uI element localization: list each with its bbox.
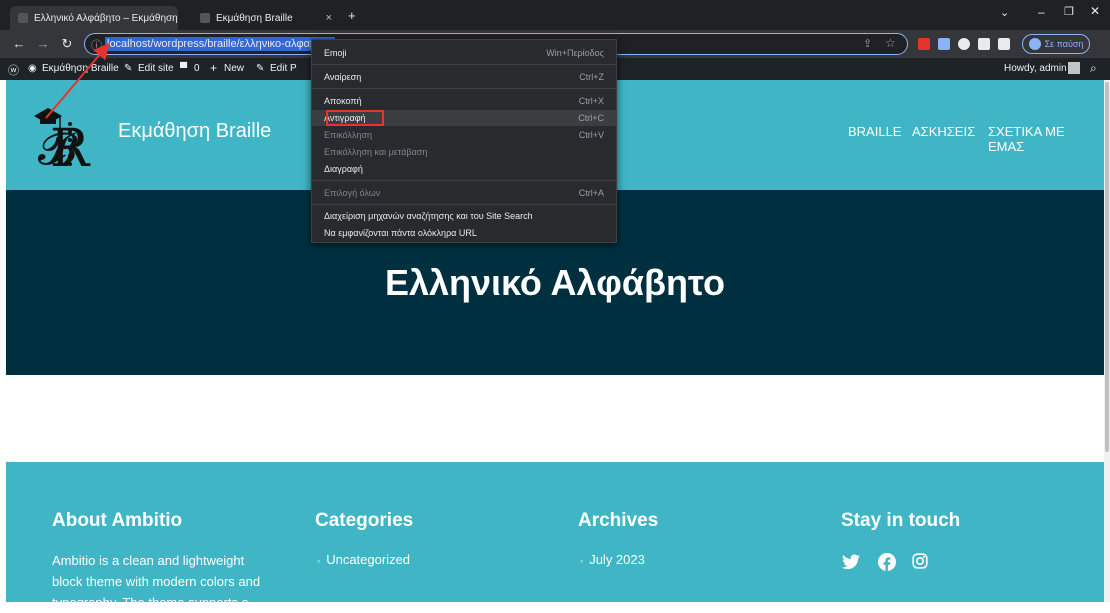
avatar — [1029, 38, 1041, 50]
menu-separator — [312, 204, 616, 205]
browser-tabstrip: Ελληνικό Αλφάβητο – Εκμάθηση × Εκμάθηση … — [0, 0, 1110, 30]
footer-stay-title: Stay in touch — [841, 510, 960, 532]
url-text[interactable]: localhost/wordpress/braille/ελληνικο-αλφ… — [105, 37, 335, 51]
context-menu: Emoji Win+Περίοδος Αναίρεση Ctrl+Z Αποκο… — [311, 39, 617, 243]
tab-title: Εκμάθηση Braille — [216, 13, 293, 24]
menu-item-select-all[interactable]: Επιλογή όλων Ctrl+A — [312, 185, 616, 201]
puzzle-icon[interactable] — [978, 38, 990, 50]
menu-separator — [312, 64, 616, 65]
pause-label: Σε παύση — [1045, 39, 1084, 49]
minimize-icon[interactable]: – — [1038, 5, 1045, 19]
nav-braille[interactable]: BRAILLE — [848, 124, 901, 139]
howdy-account[interactable]: Howdy, admin — [1004, 63, 1067, 74]
reload-icon[interactable]: ↻ — [58, 35, 76, 53]
new-link[interactable]: New — [224, 63, 244, 74]
footer-about-title: About Ambitio — [52, 510, 182, 532]
menu-item-label: Διαχείριση μηχανών αναζήτησης και του Si… — [324, 211, 533, 221]
menu-item-undo[interactable]: Αναίρεση Ctrl+Z — [312, 69, 616, 85]
comments-icon[interactable]: ▀ — [180, 63, 187, 74]
nav-exercises[interactable]: ΑΣΚΗΣΕΙΣ — [912, 124, 975, 139]
menu-item-paste-and-go[interactable]: Επικόλληση και μετάβαση — [312, 144, 616, 160]
menu-item-label: Διαγραφή — [324, 164, 363, 174]
menu-item-label: Επιλογή όλων — [324, 188, 380, 198]
site-title[interactable]: Εκμάθηση Braille — [118, 120, 271, 143]
sidepanel-icon[interactable] — [998, 38, 1010, 50]
menu-item-shortcut: Ctrl+A — [579, 188, 604, 198]
close-window-icon[interactable]: ✕ — [1090, 4, 1100, 18]
menu-separator — [312, 180, 616, 181]
favicon-icon — [18, 13, 28, 23]
menu-separator — [312, 88, 616, 89]
tab-inactive[interactable]: Εκμάθηση Braille × — [192, 6, 340, 30]
menu-item-shortcut: Win+Περίοδος — [546, 48, 604, 58]
admin-site-name[interactable]: Εκμάθηση Braille — [42, 63, 119, 74]
pencil-icon: ✎ — [256, 63, 264, 74]
menu-item-label: Αναίρεση — [324, 72, 361, 82]
highlight-annotation-box — [326, 110, 384, 126]
adblock-icon[interactable] — [918, 38, 930, 50]
extension-icon[interactable] — [938, 38, 950, 50]
menu-item-label: Να εμφανίζονται πάντα ολόκληρα URL — [324, 228, 477, 238]
menu-item-show-full-urls[interactable]: Να εμφανίζονται πάντα ολόκληρα URL — [312, 225, 616, 241]
menu-item-cut[interactable]: Αποκοπή Ctrl+X — [312, 93, 616, 109]
footer-category-item[interactable]: ◦ Uncategorized — [317, 552, 410, 567]
wordpress-logo-icon[interactable]: ⓦ — [8, 62, 19, 78]
menu-item-shortcut: Ctrl+Z — [579, 72, 604, 82]
menu-item-label: Επικόλληση και μετάβαση — [324, 147, 427, 157]
menu-item-manage-search-engines[interactable]: Διαχείριση μηχανών αναζήτησης και του Si… — [312, 208, 616, 224]
plus-icon: + — [210, 61, 217, 75]
category-link[interactable]: Uncategorized — [326, 552, 410, 567]
bullet-icon: ◦ — [317, 556, 320, 566]
instagram-icon[interactable] — [912, 553, 928, 569]
page-title: Ελληνικό Αλφάβητο — [6, 262, 1104, 304]
tab-title: Ελληνικό Αλφάβητο – Εκμάθηση — [34, 13, 178, 24]
footer-archives-title: Archives — [578, 510, 658, 532]
site-info-icon[interactable]: ⓘ — [91, 37, 102, 53]
menu-item-label: Αποκοπή — [324, 96, 362, 106]
admin-site-icon: ◉ — [28, 63, 37, 74]
forward-icon[interactable]: → — [34, 35, 52, 53]
new-tab-button[interactable]: + — [348, 8, 356, 23]
bullet-icon: ◦ — [580, 556, 583, 566]
facebook-icon[interactable] — [878, 553, 896, 571]
site-footer: About Ambitio Ambitio is a clean and lig… — [6, 462, 1104, 602]
footer-categories-title: Categories — [315, 510, 413, 532]
bookmark-star-icon[interactable]: ☆ — [885, 36, 896, 50]
brush-icon: ✎ — [124, 63, 132, 74]
menu-item-label: Emoji — [324, 48, 347, 58]
menu-item-shortcut: Ctrl+V — [579, 130, 604, 140]
menu-item-paste[interactable]: Επικόλληση Ctrl+V — [312, 127, 616, 143]
menu-item-emoji[interactable]: Emoji Win+Περίοδος — [312, 45, 616, 61]
edit-site-link[interactable]: Edit site — [138, 63, 174, 74]
nav-about-us[interactable]: ΣΧΕΤΙΚΑ ΜΕ ΕΜΑΣ — [988, 124, 1104, 154]
comments-count[interactable]: 0 — [194, 63, 200, 74]
menu-item-shortcut: Ctrl+X — [579, 96, 604, 106]
archive-link[interactable]: July 2023 — [589, 552, 645, 567]
site-logo-icon[interactable]: 𝓑 R — [30, 102, 100, 172]
admin-avatar[interactable] — [1068, 62, 1080, 74]
menu-item-shortcut: Ctrl+C — [578, 113, 604, 123]
twitter-icon[interactable] — [842, 554, 860, 570]
share-icon[interactable]: ⇪ — [863, 37, 872, 50]
back-icon[interactable]: ← — [10, 35, 28, 53]
menu-item-delete[interactable]: Διαγραφή — [312, 161, 616, 177]
admin-search-icon[interactable]: ⌕ — [1090, 61, 1097, 76]
tab-search-icon[interactable]: ⌄ — [1000, 6, 1009, 19]
tab-active[interactable]: Ελληνικό Αλφάβητο – Εκμάθηση × — [10, 6, 178, 30]
edit-page-link[interactable]: Edit P — [270, 63, 297, 74]
scrollbar-thumb[interactable] — [1105, 82, 1109, 452]
extension-icon[interactable] — [958, 38, 970, 50]
restore-icon[interactable]: ❐ — [1064, 5, 1074, 18]
favicon-icon — [200, 13, 210, 23]
menu-item-label: Επικόλληση — [324, 130, 372, 140]
footer-about-text: Ambitio is a clean and lightweight block… — [52, 550, 272, 613]
profile-paused-button[interactable]: Σε παύση — [1022, 34, 1090, 54]
close-tab-icon[interactable]: × — [326, 12, 332, 24]
footer-archive-item[interactable]: ◦ July 2023 — [580, 552, 645, 567]
